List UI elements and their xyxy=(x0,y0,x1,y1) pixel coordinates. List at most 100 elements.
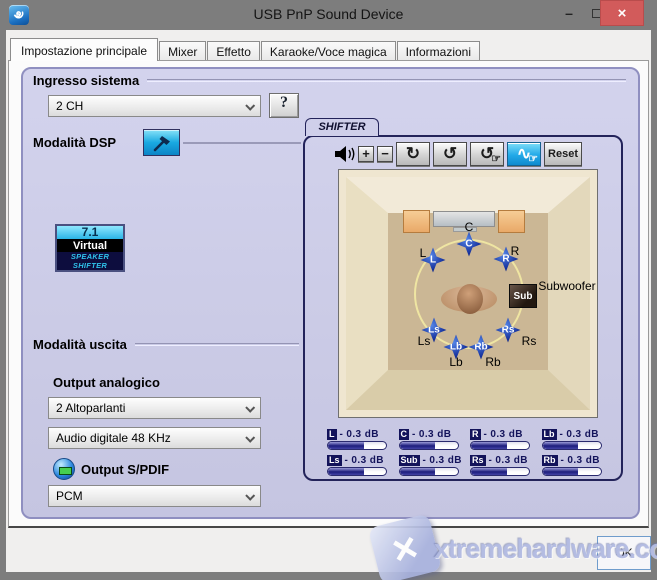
rotate-clockwise-button[interactable]: ↻ xyxy=(396,142,430,166)
hand-pointer-icon: ☞ xyxy=(528,154,538,165)
tab-mixer[interactable]: Mixer xyxy=(159,41,206,60)
spdif-output-label: Output S/PDIF xyxy=(81,462,169,477)
level-bar xyxy=(327,467,387,476)
dialog-client-area: Impostazione principale Mixer Effetto Ka… xyxy=(6,30,651,572)
spdif-format-value: PCM xyxy=(56,489,83,503)
app-window: USB PnP Sound Device – × Impostazione pr… xyxy=(0,0,657,580)
level-value: - 0.3 dB xyxy=(561,455,600,466)
label-ls: Ls xyxy=(418,334,431,348)
level-value: - 0.3 dB xyxy=(412,429,451,440)
shifter-tab[interactable]: SHIFTER xyxy=(305,118,379,136)
badge-virtual: Virtual xyxy=(57,240,123,252)
front-left-speaker-box xyxy=(403,210,430,233)
level-bar-fill xyxy=(543,468,579,475)
tab-informazioni[interactable]: Informazioni xyxy=(397,41,480,60)
level-meters: L- 0.3 dB C- 0.3 dB R- 0.3 dB Lb- 0 xyxy=(327,428,605,476)
label-left: L xyxy=(420,246,427,260)
level-bar xyxy=(470,467,530,476)
close-button[interactable]: × xyxy=(600,0,644,26)
level-value: - 0.3 dB xyxy=(423,455,462,466)
level-bar xyxy=(327,441,387,450)
meter-Sub: Sub- 0.3 dB xyxy=(399,454,463,476)
level-bar xyxy=(399,441,459,450)
level-bar-fill xyxy=(471,468,507,475)
label-subwoofer: Subwoofer xyxy=(538,279,595,293)
channel-badge: L xyxy=(327,429,337,440)
level-bar-fill xyxy=(471,442,507,449)
channel-badge: C xyxy=(399,429,410,440)
meter-C: C- 0.3 dB xyxy=(399,428,463,450)
analog-output-select[interactable]: 2 Altoparlanti xyxy=(48,397,261,419)
label-right: R xyxy=(511,244,520,258)
level-value: - 0.3 dB xyxy=(560,429,599,440)
help-button[interactable]: ? xyxy=(269,93,299,118)
chevron-down-icon xyxy=(245,433,255,443)
channel-badge: Ls xyxy=(327,455,342,466)
channel-badge: Lb xyxy=(542,429,557,440)
zoom-out-button[interactable]: − xyxy=(377,146,393,162)
digital-audio-select[interactable]: Audio digitale 48 KHz xyxy=(48,427,261,449)
tab-effetto[interactable]: Effetto xyxy=(207,41,259,60)
tab-strip: Impostazione principale Mixer Effetto Ka… xyxy=(10,38,481,60)
spdif-icon xyxy=(53,458,75,480)
dsp-mode-button[interactable] xyxy=(143,129,180,156)
badge-71: 7.1 xyxy=(57,226,123,240)
level-bar-fill xyxy=(400,468,436,475)
level-value: - 0.3 dB xyxy=(489,455,528,466)
front-right-speaker-box xyxy=(498,210,525,233)
hammer-icon xyxy=(151,133,173,153)
chevron-down-icon xyxy=(245,491,255,501)
level-bar-fill xyxy=(328,468,364,475)
channel-badge: R xyxy=(470,429,481,440)
speaker-subwoofer[interactable]: Sub xyxy=(509,284,537,308)
digital-audio-value: Audio digitale 48 KHz xyxy=(56,431,171,445)
virtual-speaker-shifter-badge[interactable]: 7.1 Virtual SPEAKER SHIFTER xyxy=(55,224,125,272)
main-panel: Ingresso sistema 2 CH ? Modalità DSP 7.1… xyxy=(21,67,640,519)
level-bar xyxy=(470,441,530,450)
ok-button[interactable]: OK xyxy=(597,536,651,570)
meter-Rb: Rb- 0.3 dB xyxy=(542,454,606,476)
manual-shifter-button[interactable]: ∿ ☞ xyxy=(507,142,541,166)
divider xyxy=(135,343,299,346)
title-bar: USB PnP Sound Device – × xyxy=(0,0,657,30)
level-bar-fill xyxy=(543,442,579,449)
dsp-mode-label: Modalità DSP xyxy=(33,135,116,150)
reset-button[interactable]: Reset xyxy=(544,142,582,166)
hand-pointer-icon: ☞ xyxy=(491,154,501,165)
meter-Lb: Lb- 0.3 dB xyxy=(542,428,606,450)
zoom-in-button[interactable]: + xyxy=(358,146,374,162)
chevron-down-icon xyxy=(245,403,255,413)
channel-select-value: 2 CH xyxy=(56,99,83,113)
meter-Ls: Ls- 0.3 dB xyxy=(327,454,391,476)
level-bar xyxy=(542,441,602,450)
listener-head xyxy=(457,284,483,314)
badge-speaker-shifter: SPEAKER SHIFTER xyxy=(57,252,123,270)
analog-output-label: Output analogico xyxy=(53,375,160,390)
meter-Rs: Rs- 0.3 dB xyxy=(470,454,534,476)
speaker-room-view: C L R Ls Rs Lb Rb Sub C L R Ls Rs Lb xyxy=(338,169,598,418)
section-heading: Modalità uscita xyxy=(33,337,127,352)
minimize-button[interactable]: – xyxy=(556,0,582,26)
spdif-format-select[interactable]: PCM xyxy=(48,485,261,507)
chevron-down-icon xyxy=(245,101,255,111)
level-value: - 0.3 dB xyxy=(484,429,523,440)
rotate-counterclockwise-button[interactable]: ↺ xyxy=(433,142,467,166)
channel-badge: Sub xyxy=(399,455,420,466)
manual-rotation-button[interactable]: ↺ ☞ xyxy=(470,142,504,166)
label-center: C xyxy=(465,220,474,234)
tab-page: Ingresso sistema 2 CH ? Modalità DSP 7.1… xyxy=(8,60,649,528)
channel-badge: Rb xyxy=(542,455,558,466)
section-heading: Ingresso sistema xyxy=(33,73,139,88)
meter-R: R- 0.3 dB xyxy=(470,428,534,450)
meter-L: L- 0.3 dB xyxy=(327,428,391,450)
divider xyxy=(183,142,301,144)
level-bar-fill xyxy=(400,442,436,449)
level-value: - 0.3 dB xyxy=(345,455,384,466)
section-modalita-uscita: Modalità uscita xyxy=(33,337,299,352)
speaker-icon xyxy=(333,144,355,164)
channel-select[interactable]: 2 CH xyxy=(48,95,261,117)
tab-impostazione-principale[interactable]: Impostazione principale xyxy=(10,38,158,61)
tab-karaoke-voce-magica[interactable]: Karaoke/Voce magica xyxy=(261,41,396,60)
divider xyxy=(147,79,626,82)
level-bar-fill xyxy=(328,442,364,449)
